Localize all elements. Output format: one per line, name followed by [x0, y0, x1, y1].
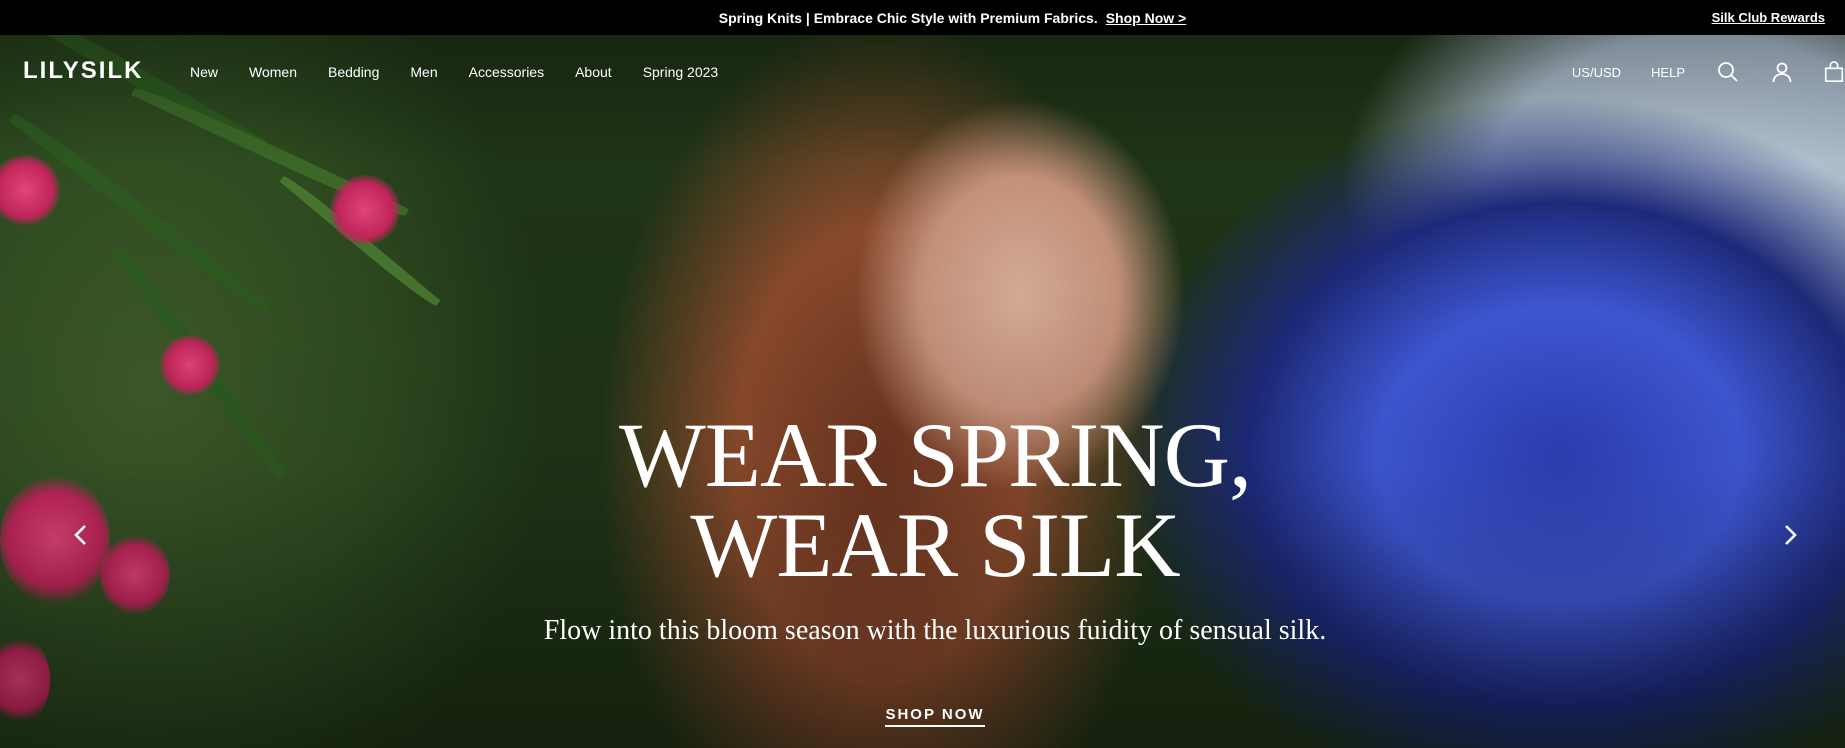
cart-icon[interactable]: [1823, 59, 1845, 85]
nav-item-new[interactable]: New: [190, 64, 218, 80]
nav-item-women[interactable]: Women: [249, 64, 297, 80]
hero-headline: WEAR SPRING, WEAR SILK: [0, 404, 1845, 596]
hero-headline-line-1: WEAR SPRING,: [618, 404, 1252, 506]
announcement-bar: Spring Knits | Embrace Chic Style with P…: [0, 0, 1845, 35]
chevron-right-icon: [1785, 525, 1797, 545]
carousel-prev-button[interactable]: [66, 520, 96, 550]
nav-item-men[interactable]: Men: [410, 64, 437, 80]
region-selector[interactable]: US/USD: [1572, 65, 1621, 80]
silk-club-rewards-link[interactable]: Silk Club Rewards: [1712, 0, 1825, 35]
nav-utilities: US/USD HELP: [1572, 35, 1845, 109]
nav-item-accessories[interactable]: Accessories: [469, 64, 544, 80]
main-navigation: LILYSILK New Women Bedding Men Accessori…: [0, 35, 1845, 109]
account-icon[interactable]: [1769, 59, 1795, 85]
shop-now-button[interactable]: SHOP NOW: [885, 706, 985, 727]
chevron-left-icon: [74, 525, 86, 545]
announcement-shop-now-link[interactable]: Shop Now >: [1106, 10, 1187, 26]
announcement-message: Spring Knits | Embrace Chic Style with P…: [718, 9, 1098, 26]
nav-links: New Women Bedding Men Accessories About …: [190, 35, 749, 109]
hero-headline-line-2: WEAR SILK: [690, 494, 1180, 596]
page: Spring Knits | Embrace Chic Style with P…: [0, 0, 1845, 748]
nav-item-spring-2023[interactable]: Spring 2023: [643, 64, 719, 80]
hero-cta-wrapper: SHOP NOW: [0, 706, 1845, 727]
nav-item-bedding[interactable]: Bedding: [328, 64, 379, 80]
search-icon[interactable]: [1715, 59, 1741, 85]
carousel-next-button[interactable]: [1775, 520, 1805, 550]
brand-logo[interactable]: LILYSILK: [23, 57, 143, 85]
help-link[interactable]: HELP: [1651, 65, 1685, 80]
hero-subheadline: Flow into this bloom season with the lux…: [543, 615, 1327, 646]
nav-item-about[interactable]: About: [575, 64, 612, 80]
